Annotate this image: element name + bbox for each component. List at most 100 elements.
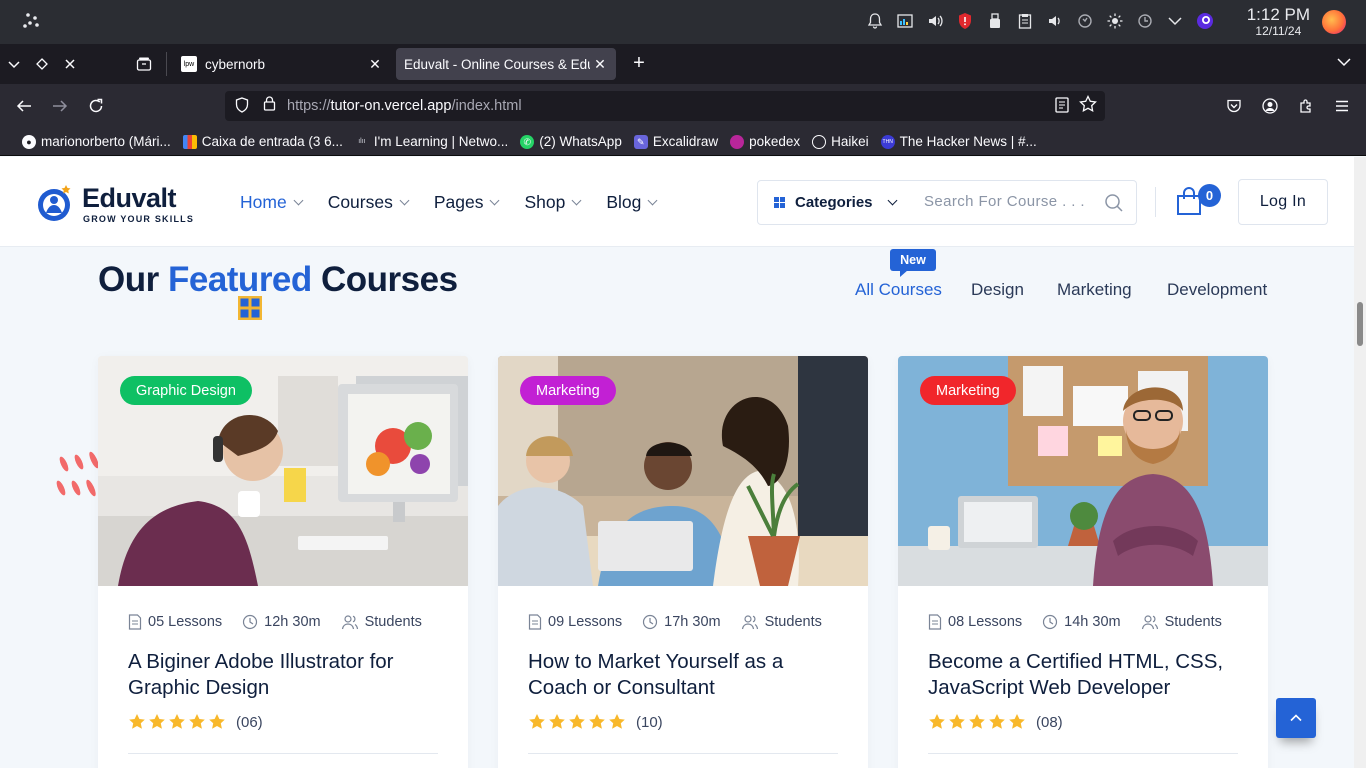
url-path: /index.html xyxy=(451,98,522,114)
scrollbar-thumb[interactable] xyxy=(1357,302,1363,346)
tab-close-icon[interactable]: ✕ xyxy=(365,56,385,73)
audio-icon[interactable] xyxy=(1044,9,1066,33)
tab-loading-diamond-icon[interactable] xyxy=(30,52,54,76)
notifications-bell-icon[interactable] xyxy=(864,9,886,33)
course-duration: 12h 30m xyxy=(264,614,321,630)
reader-view-icon[interactable] xyxy=(1055,97,1069,116)
forward-arrow-icon[interactable] xyxy=(48,94,72,118)
system-monitor-icon[interactable] xyxy=(894,9,916,33)
tab-close-icon[interactable] xyxy=(58,52,82,76)
login-button[interactable]: Log In xyxy=(1238,179,1328,225)
tab-title: cybernorb xyxy=(205,56,266,72)
url-text[interactable]: https://tutor-on.vercel.app/index.html xyxy=(287,98,522,114)
update-icon[interactable] xyxy=(1074,9,1096,33)
star-icon xyxy=(569,714,585,729)
course-card[interactable]: Marketing 08 Lessons 14h 30m Students Be… xyxy=(898,356,1268,768)
bookmark-star-icon[interactable] xyxy=(1079,94,1097,118)
bookmark-netacad[interactable]: ılıı I'm Learning | Netwo... xyxy=(355,134,508,149)
categories-dropdown[interactable]: Categories xyxy=(757,180,907,225)
lessons-count: 08 Lessons xyxy=(948,614,1023,630)
category-badge[interactable]: Graphic Design xyxy=(120,376,252,405)
course-image[interactable]: Graphic Design xyxy=(98,356,468,586)
nav-item-shop[interactable]: Shop xyxy=(524,192,582,213)
course-card[interactable]: Graphic Design 05 Lessons 12h 30m Studen… xyxy=(98,356,468,768)
search-input[interactable] xyxy=(924,193,1094,210)
lessons-meta: 09 Lessons xyxy=(528,614,622,630)
security-shield-icon[interactable] xyxy=(954,9,976,33)
cisco-icon: ılıı xyxy=(358,137,366,145)
vpn-app-icon[interactable] xyxy=(1194,9,1216,33)
course-image[interactable]: Marketing xyxy=(898,356,1268,586)
chevron-down-icon xyxy=(647,195,658,206)
bookmark-label: Haikei xyxy=(831,134,869,149)
course-image[interactable]: Marketing xyxy=(498,356,868,586)
nav-item-home[interactable]: Home xyxy=(240,192,304,213)
star-icon xyxy=(129,714,145,729)
decorative-window-icon xyxy=(238,296,262,320)
bookmark-github[interactable]: ● marionorberto (Mári... xyxy=(22,134,171,149)
back-to-top-button[interactable] xyxy=(1276,698,1316,738)
search-icon[interactable] xyxy=(1104,193,1124,213)
tray-expand-chevron-icon[interactable] xyxy=(1164,9,1186,33)
excalidraw-icon: ✎ xyxy=(633,134,648,149)
categories-label: Categories xyxy=(795,194,873,211)
filter-all-courses[interactable]: All Courses xyxy=(855,280,942,300)
brightness-icon[interactable] xyxy=(1104,9,1126,33)
filter-development[interactable]: Development xyxy=(1167,280,1267,300)
star-icon xyxy=(609,714,625,729)
course-card[interactable]: Marketing 09 Lessons 17h 30m Students Ho… xyxy=(498,356,868,768)
tab-eduvalt[interactable]: Eduvalt - Online Courses & Education ✕ xyxy=(396,48,616,80)
nav-item-blog[interactable]: Blog xyxy=(606,192,658,213)
pocket-icon[interactable] xyxy=(1222,94,1246,118)
bookmark-pokedex[interactable]: pokedex xyxy=(730,134,800,149)
hamburger-menu-icon[interactable] xyxy=(1330,94,1354,118)
course-duration: 14h 30m xyxy=(1064,614,1121,630)
url-bar[interactable]: https://tutor-on.vercel.app/index.html xyxy=(225,91,1105,121)
usb-device-icon[interactable] xyxy=(984,9,1006,33)
tab-cybernorb[interactable]: lpw cybernorb ✕ xyxy=(171,48,391,80)
course-title[interactable]: Become a Certified HTML, CSS, JavaScript… xyxy=(928,649,1248,701)
bookmark-gmail[interactable]: Caixa de entrada (3 6... xyxy=(182,134,343,149)
tab-list-down-chevron-icon[interactable] xyxy=(2,52,26,76)
star-icon xyxy=(989,714,1005,729)
list-all-tabs-chevron-icon[interactable] xyxy=(1332,52,1356,76)
course-title[interactable]: A Biginer Adobe Illustrator for Graphic … xyxy=(128,649,448,701)
system-clock[interactable]: 1:12 PM 12/11/24 xyxy=(1247,6,1310,39)
course-meta: 08 Lessons 14h 30m Students xyxy=(928,614,1242,630)
category-badge[interactable]: Marketing xyxy=(520,376,616,405)
course-meta: 05 Lessons 12h 30m Students xyxy=(128,614,442,630)
browser-tab-strip: lpw cybernorb ✕ Eduvalt - Online Courses… xyxy=(0,44,1366,84)
star-icon xyxy=(1009,714,1025,729)
nav-item-courses[interactable]: Courses xyxy=(328,192,410,213)
firefox-tray-icon[interactable] xyxy=(1322,10,1346,34)
lock-icon[interactable] xyxy=(261,96,277,114)
account-icon[interactable] xyxy=(1258,94,1282,118)
document-icon xyxy=(928,614,942,630)
filter-marketing[interactable]: Marketing xyxy=(1057,280,1132,300)
tracking-protection-shield-icon[interactable] xyxy=(233,97,251,115)
reload-icon[interactable] xyxy=(84,94,108,118)
nav-item-pages[interactable]: Pages xyxy=(434,192,500,213)
bookmark-excalidraw[interactable]: ✎ Excalidraw xyxy=(633,134,718,149)
app-launcher-icon[interactable] xyxy=(22,10,44,32)
new-tab-plus-icon[interactable]: + xyxy=(627,52,651,76)
page-scrollbar[interactable] xyxy=(1354,157,1366,768)
bookmark-haikei[interactable]: Haikei xyxy=(812,134,869,149)
night-color-icon[interactable] xyxy=(1134,9,1156,33)
tab-close-icon[interactable]: ✕ xyxy=(590,56,610,73)
extensions-puzzle-icon[interactable] xyxy=(1294,94,1318,118)
firefox-view-icon[interactable] xyxy=(132,52,156,76)
nav-label: Shop xyxy=(524,192,566,212)
back-arrow-icon[interactable] xyxy=(12,94,36,118)
clipboard-icon[interactable] xyxy=(1014,9,1036,33)
bookmark-whatsapp[interactable]: ✆ (2) WhatsApp xyxy=(520,134,622,149)
category-badge[interactable]: Marketing xyxy=(920,376,1016,405)
bookmark-hacker-news[interactable]: THN The Hacker News | #... xyxy=(880,134,1037,149)
site-logo[interactable]: Eduvalt GROW YOUR SKILLS xyxy=(36,179,196,229)
course-duration: 17h 30m xyxy=(664,614,721,630)
course-title[interactable]: How to Market Yourself as a Coach or Con… xyxy=(528,649,848,701)
students-meta: Students xyxy=(1141,614,1222,630)
filter-design[interactable]: Design xyxy=(971,280,1024,300)
volume-icon[interactable] xyxy=(924,9,946,33)
students-meta: Students xyxy=(341,614,422,630)
